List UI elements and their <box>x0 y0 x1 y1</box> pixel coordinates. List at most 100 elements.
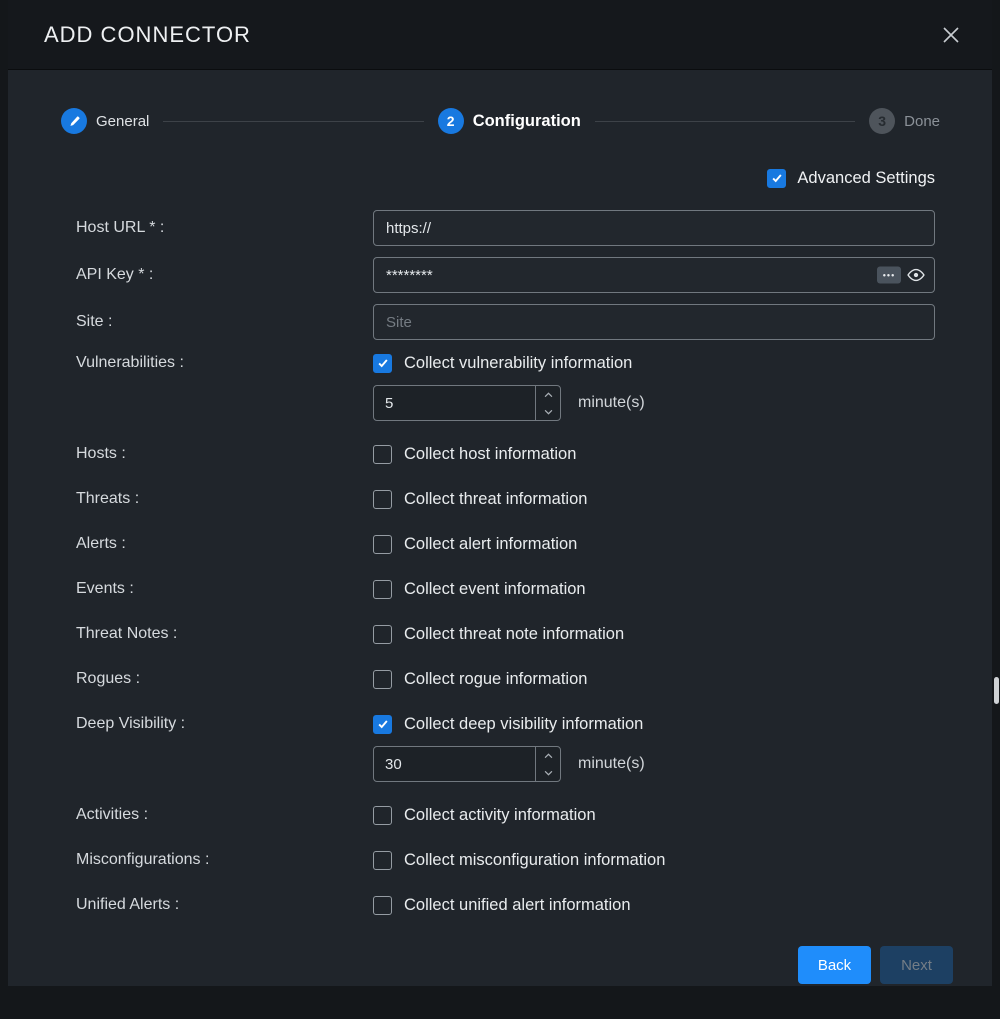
spinner-down-icon[interactable] <box>536 403 560 420</box>
advanced-settings-checkbox[interactable] <box>767 169 786 188</box>
events-checkbox-label: Collect event information <box>404 580 586 599</box>
alerts-control: Collect alert information <box>373 532 935 556</box>
form-row-events: Events :Collect event information <box>76 577 935 601</box>
step-done[interactable]: 3 Done <box>869 108 940 134</box>
api-key-field-label: API Key * : <box>76 263 373 287</box>
form-row-alerts: Alerts :Collect alert information <box>76 532 935 556</box>
form-row-api-key: API Key * : ••• <box>76 257 935 293</box>
threat-notes-checkbox-label: Collect threat note information <box>404 625 624 644</box>
unified-alerts-field-label: Unified Alerts : <box>76 893 373 917</box>
alerts-field-label: Alerts : <box>76 532 373 556</box>
spinner-up-icon[interactable] <box>536 747 560 764</box>
vulnerabilities-checkbox-line: Collect vulnerability information <box>373 351 935 375</box>
threat-notes-checkbox[interactable] <box>373 625 392 644</box>
rogues-checkbox-line: Collect rogue information <box>373 667 935 691</box>
api-key-input[interactable] <box>373 257 935 293</box>
activities-checkbox[interactable] <box>373 806 392 825</box>
spinner-down-icon[interactable] <box>536 764 560 781</box>
advanced-settings-row: Advanced Settings <box>8 168 935 188</box>
unified-alerts-checkbox[interactable] <box>373 896 392 915</box>
step-done-label: Done <box>904 113 940 130</box>
add-connector-dialog: ADD CONNECTOR General 2 Configuration 3 … <box>8 0 992 986</box>
deep-visibility-checkbox-label: Collect deep visibility information <box>404 715 643 734</box>
api-key-control: ••• <box>373 257 935 293</box>
api-key-eye-icon[interactable] <box>906 265 926 285</box>
stepper-connector-2 <box>595 121 855 122</box>
vulnerabilities-interval-field <box>373 385 561 421</box>
site-input[interactable] <box>373 304 935 340</box>
hosts-field-label: Hosts : <box>76 442 373 466</box>
spinner-up-icon[interactable] <box>536 386 560 403</box>
form-row-site: Site : <box>76 304 935 340</box>
deep-visibility-interval-input[interactable] <box>374 747 535 781</box>
unified-alerts-control: Collect unified alert information <box>373 893 935 917</box>
threats-checkbox-label: Collect threat information <box>404 490 587 509</box>
misconfigurations-checkbox-line: Collect misconfiguration information <box>373 848 935 872</box>
vulnerabilities-checkbox[interactable] <box>373 354 392 373</box>
vulnerabilities-checkbox-label: Collect vulnerability information <box>404 354 632 373</box>
deep-visibility-spinner <box>535 747 560 781</box>
form-row-misconfigurations: Misconfigurations :Collect misconfigurat… <box>76 848 935 872</box>
step-configuration[interactable]: 2 Configuration <box>438 108 581 134</box>
deep-visibility-checkbox[interactable] <box>373 715 392 734</box>
misconfigurations-control: Collect misconfiguration information <box>373 848 935 872</box>
misconfigurations-checkbox[interactable] <box>373 851 392 870</box>
form-row-unified-alerts: Unified Alerts : Collect unified alert in… <box>76 893 935 917</box>
close-icon[interactable] <box>938 22 964 48</box>
step-general[interactable]: General <box>61 108 149 134</box>
site-input-wrap <box>373 304 935 340</box>
form-row-rogues: Rogues :Collect rogue information <box>76 667 935 691</box>
form-row-activities: Activities : Collect activity information <box>76 803 935 827</box>
vulnerabilities-control: Collect vulnerability information minute(… <box>373 351 935 421</box>
deep-visibility-interval-line: minute(s) <box>373 746 935 782</box>
pencil-icon <box>61 108 87 134</box>
deep-visibility-field-label: Deep Visibility : <box>76 712 373 736</box>
step-done-number: 3 <box>869 108 895 134</box>
rogues-control: Collect rogue information <box>373 667 935 691</box>
step-configuration-label: Configuration <box>473 112 581 131</box>
unified-alerts-checkbox-label: Collect unified alert information <box>404 896 631 915</box>
dialog-footer: Back Next <box>8 938 992 984</box>
form-row-hosts: Hosts :Collect host information <box>76 442 935 466</box>
dialog-title: ADD CONNECTOR <box>44 22 251 48</box>
step-configuration-number: 2 <box>438 108 464 134</box>
deep-visibility-checkbox-line: Collect deep visibility information <box>373 712 935 736</box>
hosts-checkbox[interactable] <box>373 445 392 464</box>
deep-visibility-control: Collect deep visibility information minut… <box>373 712 935 782</box>
host-url-input-wrap <box>373 210 935 246</box>
vulnerabilities-interval-input[interactable] <box>374 386 535 420</box>
threats-control: Collect threat information <box>373 487 935 511</box>
alerts-checkbox[interactable] <box>373 535 392 554</box>
misconfigurations-checkbox-label: Collect misconfiguration information <box>404 851 665 870</box>
vulnerabilities-unit-label: minute(s) <box>578 394 645 412</box>
events-checkbox-line: Collect event information <box>373 577 935 601</box>
rogues-field-label: Rogues : <box>76 667 373 691</box>
form-row-threats: Threats : Collect threat information <box>76 487 935 511</box>
events-checkbox[interactable] <box>373 580 392 599</box>
threats-field-label: Threats : <box>76 487 373 511</box>
threats-checkbox-line: Collect threat information <box>373 487 935 511</box>
hosts-checkbox-line: Collect host information <box>373 442 935 466</box>
form-row-vulnerabilities: Vulnerabilities :Collect vulnerability i… <box>76 351 935 421</box>
next-button[interactable]: Next <box>880 946 953 984</box>
vulnerabilities-field-label: Vulnerabilities : <box>76 351 373 375</box>
form-row-host-url: Host URL * : <box>76 210 935 246</box>
activities-field-label: Activities : <box>76 803 373 827</box>
activities-checkbox-line: Collect activity information <box>373 803 935 827</box>
threats-checkbox[interactable] <box>373 490 392 509</box>
api-key-input-wrap: ••• <box>373 257 935 293</box>
rogues-checkbox[interactable] <box>373 670 392 689</box>
site-field-label: Site : <box>76 310 373 334</box>
activities-checkbox-label: Collect activity information <box>404 806 596 825</box>
vulnerabilities-spinner <box>535 386 560 420</box>
scrollbar-thumb[interactable] <box>994 677 999 704</box>
back-button[interactable]: Back <box>798 946 871 984</box>
host-url-input[interactable] <box>373 210 935 246</box>
host-url-field-label: Host URL * : <box>76 216 373 240</box>
deep-visibility-unit-label: minute(s) <box>578 755 645 773</box>
threat-notes-checkbox-line: Collect threat note information <box>373 622 935 646</box>
api-key-more-button[interactable]: ••• <box>877 267 901 284</box>
form-row-deep-visibility: Deep Visibility :Collect deep visibility… <box>76 712 935 782</box>
alerts-checkbox-line: Collect alert information <box>373 532 935 556</box>
advanced-settings-label: Advanced Settings <box>797 169 935 188</box>
